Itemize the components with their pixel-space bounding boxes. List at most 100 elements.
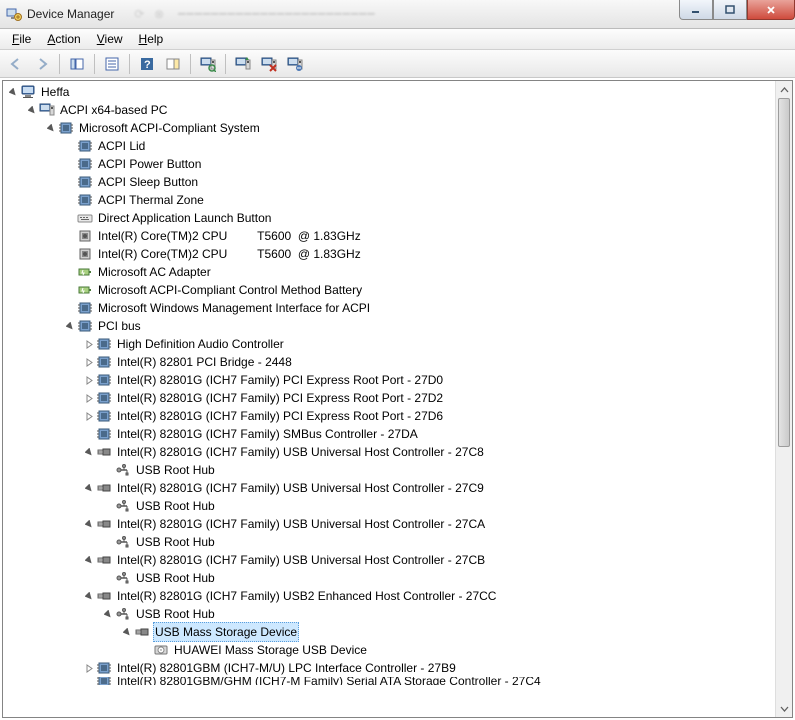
action-pane-button[interactable] — [161, 52, 185, 76]
expand-icon[interactable] — [82, 394, 96, 403]
tree-node-system[interactable]: Microsoft ACPI-Compliant System — [44, 119, 775, 137]
tree-node[interactable]: Intel(R) 82801G (ICH7 Family) USB Univer… — [82, 443, 775, 461]
node-label: Intel(R) 82801G (ICH7 Family) USB Univer… — [115, 515, 487, 533]
tree-node[interactable]: ACPI Lid — [63, 137, 775, 155]
toolbar-separator — [225, 54, 226, 74]
tree-node[interactable]: Intel(R) Core(TM)2 CPU T5600 @ 1.83GHz — [63, 227, 775, 245]
expand-icon[interactable] — [101, 610, 115, 619]
scrollbar-track[interactable] — [776, 98, 792, 700]
expand-icon[interactable] — [82, 412, 96, 421]
uninstall-button[interactable] — [257, 52, 281, 76]
node-label: PCI bus — [96, 317, 143, 335]
tree-node[interactable]: Microsoft AC Adapter — [63, 263, 775, 281]
show-hide-tree-button[interactable] — [65, 52, 89, 76]
node-label: ACPI Power Button — [96, 155, 203, 173]
tree-node[interactable]: Intel(R) 82801G (ICH7 Family) USB Univer… — [82, 551, 775, 569]
expand-icon[interactable] — [82, 358, 96, 367]
node-label: ACPI Lid — [96, 137, 147, 155]
tree-node[interactable]: Direct Application Launch Button — [63, 209, 775, 227]
tree-node[interactable]: Intel(R) 82801G (ICH7 Family) SMBus Cont… — [82, 425, 775, 443]
tree-node[interactable]: Intel(R) 82801G (ICH7 Family) PCI Expres… — [82, 389, 775, 407]
tree-node[interactable]: ACPI Power Button — [63, 155, 775, 173]
back-button[interactable] — [4, 52, 28, 76]
expand-icon[interactable] — [82, 448, 96, 457]
node-label: Intel(R) Core(TM)2 CPU T5600 @ 1.83GHz — [96, 245, 363, 263]
tree-node[interactable]: High Definition Audio Controller — [82, 335, 775, 353]
tree-node[interactable]: USB Root Hub — [101, 461, 775, 479]
disable-button[interactable] — [283, 52, 307, 76]
chip-icon — [96, 372, 112, 388]
expand-icon[interactable] — [6, 88, 20, 97]
vertical-scrollbar[interactable] — [775, 81, 792, 717]
scan-hardware-button[interactable] — [196, 52, 220, 76]
update-driver-button[interactable] — [231, 52, 255, 76]
tree-node[interactable]: ACPI Thermal Zone — [63, 191, 775, 209]
expand-icon[interactable] — [82, 340, 96, 349]
tree-node[interactable]: Intel(R) 82801G (ICH7 Family) PCI Expres… — [82, 371, 775, 389]
tree-node-pcibus[interactable]: PCI bus — [63, 317, 775, 335]
chip-icon — [58, 120, 74, 136]
tree-node[interactable]: USB Root Hub — [101, 533, 775, 551]
tree-root[interactable]: Heffa — [6, 83, 775, 101]
maximize-button[interactable] — [713, 0, 747, 20]
expand-icon[interactable] — [82, 376, 96, 385]
properties-button[interactable] — [100, 52, 124, 76]
tree-node[interactable]: HUAWEI Mass Storage USB Device — [139, 641, 775, 659]
chip-icon — [96, 408, 112, 424]
menu-action[interactable]: Action — [39, 30, 88, 48]
battery-icon — [77, 282, 93, 298]
tree-node[interactable]: Intel(R) 82801GBM (ICH7-M/U) LPC Interfa… — [82, 659, 775, 677]
expand-icon[interactable] — [82, 484, 96, 493]
chip-icon — [96, 660, 112, 676]
tree-node[interactable]: USB Root Hub — [101, 497, 775, 515]
tree-node[interactable]: Intel(R) 82801G (ICH7 Family) USB2 Enhan… — [82, 587, 775, 605]
toolbar-separator — [94, 54, 95, 74]
expand-icon[interactable] — [82, 664, 96, 673]
tree-node[interactable]: USB Root Hub — [101, 605, 775, 623]
device-tree[interactable]: Heffa ACPI x64-based PC — [3, 81, 775, 717]
cpu-icon — [77, 228, 93, 244]
expand-icon[interactable] — [82, 592, 96, 601]
close-button[interactable] — [747, 0, 795, 20]
tree-node[interactable]: Microsoft Windows Management Interface f… — [63, 299, 775, 317]
usb-hub-icon — [115, 462, 131, 478]
forward-button[interactable] — [30, 52, 54, 76]
tree-node[interactable]: USB Root Hub — [101, 569, 775, 587]
help-button[interactable]: ? — [135, 52, 159, 76]
expand-icon[interactable] — [63, 322, 77, 331]
scroll-down-button[interactable] — [776, 700, 792, 717]
node-label: USB Root Hub — [134, 461, 217, 479]
expand-icon[interactable] — [82, 556, 96, 565]
menu-help[interactable]: Help — [131, 30, 172, 48]
menu-view[interactable]: View — [89, 30, 131, 48]
menu-file[interactable]: File — [4, 30, 39, 48]
node-label: Intel(R) 82801GBM (ICH7-M/U) LPC Interfa… — [115, 659, 458, 677]
tree-node[interactable]: Intel(R) 82801 PCI Bridge - 2448 — [82, 353, 775, 371]
tree-node[interactable]: Intel(R) Core(TM)2 CPU T5600 @ 1.83GHz — [63, 245, 775, 263]
node-label: Microsoft ACPI-Compliant System — [77, 119, 262, 137]
chip-icon — [96, 336, 112, 352]
tree-node[interactable]: Intel(R) 82801GBM/GHM (ICH7-M Family) Se… — [82, 677, 775, 685]
scrollbar-thumb[interactable] — [778, 98, 790, 447]
tree-node[interactable]: Microsoft ACPI-Compliant Control Method … — [63, 281, 775, 299]
node-label: Intel(R) Core(TM)2 CPU T5600 @ 1.83GHz — [96, 227, 363, 245]
window-title: Device Manager — [27, 7, 114, 21]
usb-icon — [134, 624, 150, 640]
tree-node[interactable]: ACPI Sleep Button — [63, 173, 775, 191]
expand-icon[interactable] — [82, 520, 96, 529]
scroll-up-button[interactable] — [776, 81, 792, 98]
tree-node-pc[interactable]: ACPI x64-based PC — [25, 101, 775, 119]
node-label: High Definition Audio Controller — [115, 335, 286, 353]
tree-node[interactable]: Intel(R) 82801G (ICH7 Family) PCI Expres… — [82, 407, 775, 425]
tree-node[interactable]: Intel(R) 82801G (ICH7 Family) USB Univer… — [82, 515, 775, 533]
minimize-button[interactable] — [679, 0, 713, 20]
expand-icon[interactable] — [25, 106, 39, 115]
tree-node-selected[interactable]: USB Mass Storage Device — [120, 623, 775, 641]
expand-icon[interactable] — [120, 628, 134, 637]
node-label: ACPI x64-based PC — [58, 101, 169, 119]
tree-node[interactable]: Intel(R) 82801G (ICH7 Family) USB Univer… — [82, 479, 775, 497]
expand-icon[interactable] — [44, 124, 58, 133]
battery-icon — [77, 264, 93, 280]
node-label: ACPI Thermal Zone — [96, 191, 206, 209]
node-label: Intel(R) 82801 PCI Bridge - 2448 — [115, 353, 294, 371]
